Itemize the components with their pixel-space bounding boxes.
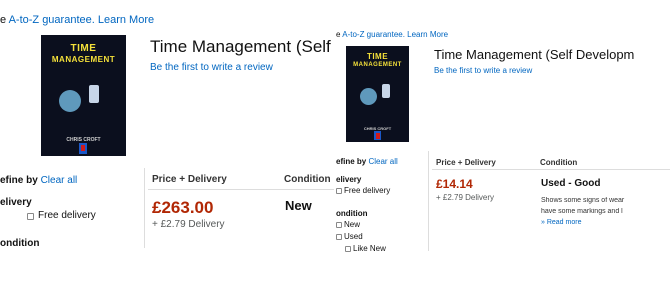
col-header-price: Price + Delivery (436, 158, 496, 167)
condition-like-new-label[interactable]: Like New (353, 244, 386, 253)
cover-title-line1: TIME (366, 52, 389, 61)
refine-by-label: efine by (0, 175, 38, 186)
delivery-heading: elivery (336, 175, 362, 184)
clear-all-link[interactable]: Clear all (41, 175, 78, 186)
guarantee-line: e A-to-Z guarantee. Learn More (0, 14, 154, 26)
guarantee-prefix: e (0, 14, 7, 26)
free-delivery-label[interactable]: Free delivery (38, 210, 96, 221)
free-delivery-checkbox[interactable] (336, 188, 342, 194)
condition-heading: ondition (336, 209, 368, 218)
book-cover-image[interactable]: TIME MANAGEMENT CHRIS CROFT (41, 35, 126, 156)
column-divider (144, 168, 145, 248)
col-header-price: Price + Delivery (152, 174, 227, 185)
condition-value: New (285, 198, 312, 213)
header-divider (432, 169, 670, 170)
col-header-condition: Condition (284, 174, 331, 185)
write-review-link[interactable]: Be the first to write a review (150, 62, 273, 73)
free-delivery-checkbox[interactable] (27, 213, 34, 220)
refine-by-row: efine by Clear all (336, 157, 398, 166)
cover-clock-graphic (59, 90, 81, 112)
delivery-cost: + £2.79 Delivery (436, 193, 495, 202)
condition-value: Used - Good (541, 178, 601, 189)
guarantee-line: e A-to-Z guarantee. Learn More (336, 30, 448, 39)
offer-price: £263.00 (152, 198, 214, 217)
free-delivery-label[interactable]: Free delivery (344, 186, 390, 195)
clear-all-link[interactable]: Clear all (368, 157, 397, 166)
col-header-condition: Condition (540, 158, 578, 167)
condition-used-checkbox[interactable] (336, 234, 342, 240)
condition-new-checkbox[interactable] (336, 222, 342, 228)
delivery-cost: + £2.79 Delivery (152, 219, 225, 230)
cover-title-line1: TIME (70, 43, 97, 54)
column-divider (428, 151, 429, 251)
header-divider (148, 189, 334, 190)
read-more-link[interactable]: » Read more (541, 219, 581, 226)
product-title[interactable]: Time Management (Self Developm (434, 47, 670, 62)
condition-used-label[interactable]: Used (344, 232, 363, 241)
guarantee-learn-more-link[interactable]: A-to-Z guarantee. Learn More (9, 14, 155, 26)
refine-by-label: efine by (336, 157, 367, 166)
cover-figure-graphic (382, 84, 390, 98)
delivery-heading: elivery (0, 197, 32, 208)
publisher-logo-icon (79, 143, 87, 154)
cover-clock-graphic (360, 88, 377, 105)
condition-like-new-checkbox[interactable] (345, 246, 351, 252)
offer-price: £14.14 (436, 177, 473, 191)
product-title[interactable]: Time Management (Self D (150, 37, 336, 57)
condition-description-line1: Shows some signs of wear (541, 197, 625, 204)
publisher-logo-icon (374, 131, 381, 140)
guarantee-prefix: e (336, 30, 341, 39)
condition-heading: ondition (0, 238, 40, 249)
cover-figure-graphic (89, 85, 99, 103)
cover-title-line2: MANAGEMENT (51, 55, 116, 64)
cover-title-line2: MANAGEMENT (353, 62, 402, 68)
condition-new-label[interactable]: New (344, 220, 360, 229)
refine-by-row: efine by Clear all (0, 175, 77, 186)
condition-description-line2: have some markings and l (541, 208, 623, 215)
book-cover-image[interactable]: TIME MANAGEMENT CHRIS CROFT (346, 46, 409, 142)
right-panel: e A-to-Z guarantee. Learn More TIME MANA… (336, 28, 670, 258)
guarantee-learn-more-link[interactable]: A-to-Z guarantee. Learn More (342, 30, 448, 39)
write-review-link[interactable]: Be the first to write a review (434, 66, 532, 75)
